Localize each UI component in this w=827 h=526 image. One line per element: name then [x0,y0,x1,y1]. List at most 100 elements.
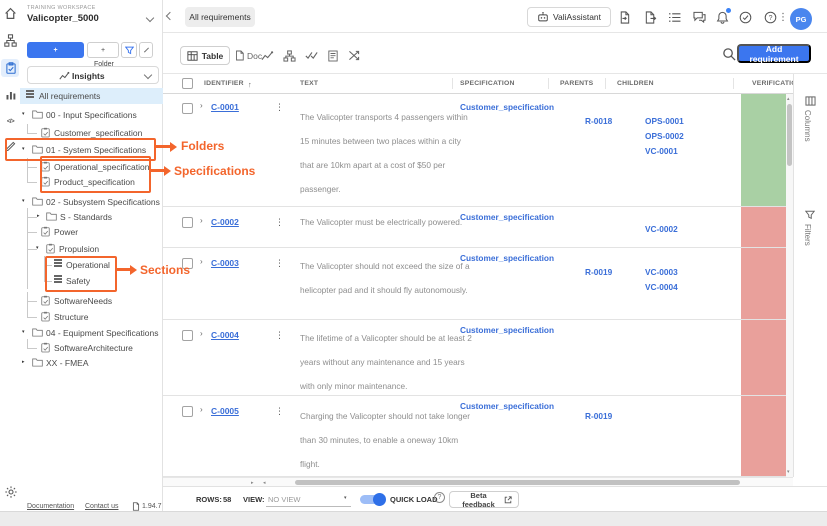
specification-link[interactable]: Customer_specification [460,401,554,411]
row-checkbox[interactable] [182,330,193,341]
column-identifier[interactable]: IDENTIFIER [204,80,244,87]
vali-assistant-button[interactable]: ValiAssistant [527,7,611,27]
vertical-scroll-thumb[interactable] [787,104,792,166]
kebab-menu-icon[interactable]: ⋮ [779,10,787,24]
tree-spec-power[interactable]: Power [20,224,163,240]
contact-us-link[interactable]: Contact us [85,503,118,510]
tab-all-requirements[interactable]: All requirements [185,7,255,27]
help-icon[interactable]: ? [763,10,777,24]
parent-link[interactable]: R-0019 [585,409,612,424]
settings-gear-icon[interactable] [3,484,18,499]
requirement-id-link[interactable]: C-0003 [211,258,239,268]
caret-down-icon[interactable]: ▾ [22,329,25,335]
specification-link[interactable]: Customer_specification [460,325,554,335]
column-parents[interactable]: PARENTS [560,80,593,87]
quick-load-toggle[interactable] [360,495,384,504]
column-verification-status[interactable]: VERIFICATION ST [752,80,793,87]
view-select[interactable]: NO VIEW [268,495,301,504]
specification-link[interactable]: Customer_specification [460,253,554,263]
row-kebab-icon[interactable]: ⋮ [275,217,284,228]
parent-link[interactable]: R-0018 [585,114,612,129]
parent-link[interactable]: R-0019 [585,265,612,280]
toggle-knob[interactable] [373,493,386,506]
expand-row-icon[interactable]: › [200,257,203,266]
verify-check-circle-icon[interactable] [738,10,752,24]
form-view-icon[interactable] [325,48,340,63]
caret-down-icon[interactable]: ▾ [36,245,39,251]
row-checkbox[interactable] [182,103,193,114]
tree-folder-02-subsystem[interactable]: ▾ 02 - Subsystem Specifications [20,194,163,210]
tree-folder-00-input[interactable]: ▾ 00 - Input Specifications [20,107,163,123]
row-kebab-icon[interactable]: ⋮ [275,330,284,341]
child-link[interactable]: OPS-0001 [645,114,684,129]
expand-row-icon[interactable]: › [200,405,203,414]
column-text[interactable]: TEXT [300,80,318,87]
requirement-id-link[interactable]: C-0001 [211,102,239,112]
child-link[interactable]: VC-0003 [645,265,678,280]
task-list-icon[interactable] [667,10,681,24]
row-kebab-icon[interactable]: ⋮ [275,406,284,417]
requirements-clipboard-icon[interactable] [3,60,18,75]
select-all-checkbox[interactable] [182,78,193,89]
specification-link[interactable]: Customer_specification [460,102,554,112]
expand-row-icon[interactable]: › [200,101,203,110]
doc-view-button[interactable]: Doc [235,46,262,65]
child-link[interactable]: VC-0001 [645,144,684,159]
hierarchy-view-icon[interactable] [282,48,297,63]
filters-icon[interactable] [805,210,815,220]
child-link[interactable]: VC-0002 [645,222,678,237]
row-kebab-icon[interactable]: ⋮ [275,102,284,113]
specification-link[interactable]: Customer_specification [460,212,554,222]
tree-folder-04-equipment[interactable]: ▾ 04 - Equipment Specifications [20,325,163,341]
import-file-icon[interactable] [617,10,631,24]
columns-icon[interactable] [805,96,816,106]
insights-dropdown[interactable]: Insights [27,66,159,84]
tree-item-all-requirements[interactable]: All requirements [20,88,163,104]
requirement-id-link[interactable]: C-0004 [211,330,239,340]
row-checkbox[interactable] [182,217,193,228]
requirement-id-link[interactable]: C-0002 [211,217,239,227]
table-view-button[interactable]: Table [180,46,230,65]
caret-right-icon[interactable]: ▸ [22,359,25,365]
add-requirement-button[interactable]: Add requirement [737,44,811,63]
expand-row-icon[interactable]: › [200,216,203,225]
sort-asc-icon[interactable]: ↑ [248,80,252,89]
tree-more-button[interactable] [139,42,153,58]
expand-row-icon[interactable]: › [200,329,203,338]
home-icon[interactable] [3,6,18,21]
column-children[interactable]: CHILDREN [617,80,654,87]
filters-panel-tab[interactable]: Filters [803,224,812,246]
row-kebab-icon[interactable]: ⋮ [275,258,284,269]
columns-panel-tab[interactable]: Columns [803,110,812,142]
workspace-name[interactable]: Valicopter_5000 [27,13,99,24]
caret-down-icon[interactable]: ▾ [22,198,25,204]
verify-all-icon[interactable] [304,48,319,63]
scroll-up-icon[interactable]: ▴ [787,96,790,102]
tree-folder-standards[interactable]: ▸ S - Standards [20,209,163,225]
tree-spec-softwareneeds[interactable]: SoftwareNeeds [20,293,163,309]
tree-filter-button[interactable] [121,42,137,58]
horizontal-scrollbar[interactable]: ▸ ◂ [163,477,793,486]
view-caret-icon[interactable]: ▾ [344,495,347,501]
child-link[interactable]: VC-0004 [645,280,678,295]
quick-load-help-icon[interactable]: ? [434,492,445,503]
unlink-matrix-icon[interactable] [346,48,361,63]
horizontal-scroll-thumb[interactable] [295,480,740,485]
comments-icon[interactable] [692,10,706,24]
caret-down-icon[interactable]: ▾ [22,111,25,117]
chevron-down-icon[interactable] [146,14,154,22]
analysis-chart-icon[interactable] [3,87,18,102]
scripting-code-icon[interactable]: </> [3,114,18,129]
scroll-down-icon[interactable]: ▾ [787,469,790,475]
column-specification[interactable]: SPECIFICATION [460,80,515,87]
tree-spec-structure[interactable]: Structure [20,309,163,325]
child-link[interactable]: OPS-0002 [645,129,684,144]
collapse-sidebar-icon[interactable] [166,12,174,20]
caret-right-icon[interactable]: ▸ [37,213,40,219]
documentation-link[interactable]: Documentation [27,503,74,510]
vertical-scrollbar[interactable]: ▴ ▾ [786,94,793,477]
tree-spec-propulsion[interactable]: ▾ Propulsion [20,241,163,257]
project-sitemap-icon[interactable] [3,33,18,48]
tree-folder-xx-fmea[interactable]: ▸ XX - FMEA [20,355,163,371]
export-file-icon[interactable] [643,10,657,24]
